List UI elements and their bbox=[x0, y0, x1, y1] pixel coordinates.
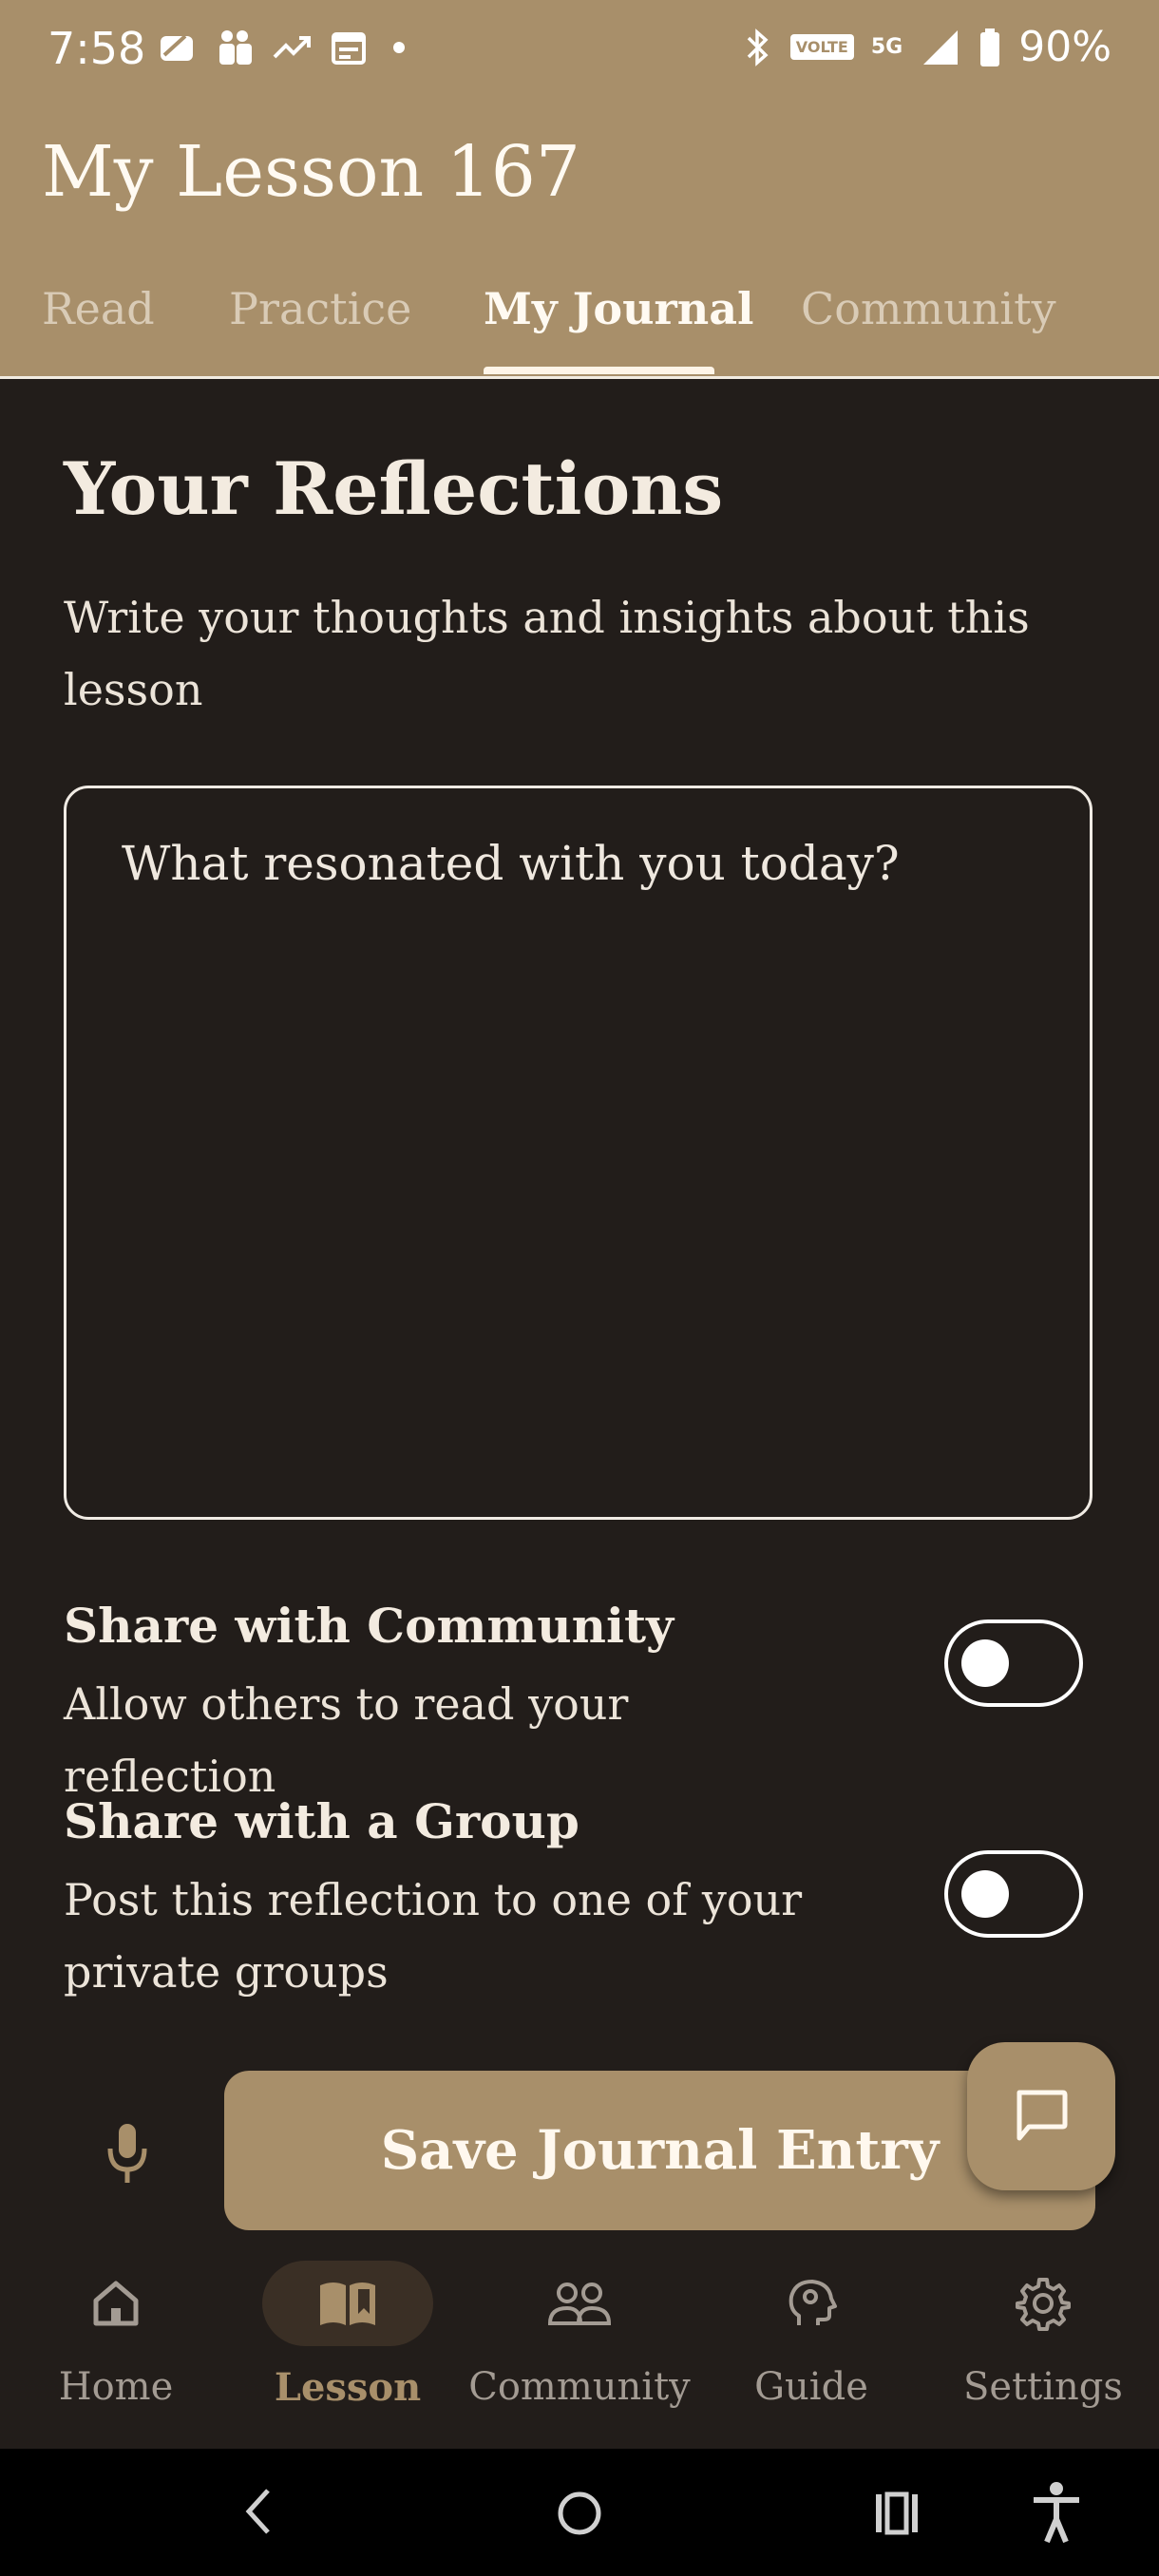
accessibility-icon[interactable] bbox=[1028, 2479, 1085, 2546]
nav-home[interactable]: Home bbox=[0, 2251, 232, 2451]
calendar-icon bbox=[332, 32, 366, 65]
share-community-toggle[interactable] bbox=[944, 1619, 1083, 1707]
toggle-knob bbox=[961, 1870, 1009, 1918]
toggle-knob bbox=[961, 1639, 1009, 1687]
notification-icons bbox=[157, 27, 413, 68]
nav-lesson[interactable]: Lesson bbox=[232, 2251, 464, 2451]
head-icon bbox=[788, 2280, 837, 2325]
stack-icon bbox=[161, 34, 193, 61]
home-circle-icon[interactable] bbox=[553, 2487, 606, 2540]
teams-icon bbox=[219, 30, 252, 65]
nav-community-label: Community bbox=[468, 2365, 691, 2409]
microphone-icon[interactable] bbox=[103, 2120, 152, 2187]
trending-icon bbox=[273, 36, 311, 59]
volte-icon: VOLTE bbox=[789, 34, 854, 60]
nav-community[interactable]: Community bbox=[464, 2251, 695, 2451]
share-group-desc: Post this reflection to one of your priv… bbox=[64, 1874, 803, 1998]
section-heading: Your Reflections bbox=[64, 446, 724, 531]
system-icons: VOLTE 5G 90% bbox=[741, 23, 1112, 71]
gear-icon bbox=[1016, 2278, 1071, 2331]
share-group-title: Share with a Group bbox=[64, 1793, 580, 1849]
section-subtitle: Write your thoughts and insights about t… bbox=[64, 592, 1030, 715]
tab-practice[interactable]: Practice bbox=[229, 283, 411, 334]
nav-settings-label: Settings bbox=[963, 2365, 1123, 2409]
tab-indicator bbox=[484, 367, 714, 374]
app-bar: My Lesson 167 Read Practice My Journal C… bbox=[0, 103, 1159, 379]
battery-icon bbox=[980, 28, 1000, 66]
journal-entry-input[interactable] bbox=[122, 836, 1034, 1463]
tab-my-journal[interactable]: My Journal bbox=[484, 283, 754, 334]
5g-icon: 5G bbox=[870, 34, 903, 59]
people-icon bbox=[547, 2282, 612, 2325]
page-title: My Lesson 167 bbox=[42, 131, 580, 213]
book-icon bbox=[320, 2282, 375, 2325]
tab-community[interactable]: Community bbox=[801, 283, 1056, 334]
system-navigation-bar bbox=[0, 2449, 1159, 2576]
bottom-navigation: Home Lesson Community Guide Settings bbox=[0, 2251, 1159, 2451]
home-icon bbox=[93, 2281, 139, 2326]
back-icon[interactable] bbox=[239, 2485, 277, 2538]
nav-home-label: Home bbox=[58, 2365, 174, 2409]
nav-guide[interactable]: Guide bbox=[695, 2251, 927, 2451]
share-community-title: Share with Community bbox=[64, 1598, 674, 1654]
nav-guide-label: Guide bbox=[754, 2365, 868, 2409]
dot-icon bbox=[393, 42, 405, 53]
recents-icon[interactable] bbox=[872, 2487, 923, 2540]
nav-lesson-label: Lesson bbox=[274, 2365, 422, 2410]
nav-settings[interactable]: Settings bbox=[927, 2251, 1159, 2451]
save-journal-entry-button[interactable]: Save Journal Entry bbox=[224, 2071, 1095, 2230]
signal-icon bbox=[923, 29, 959, 65]
bluetooth-icon bbox=[747, 28, 769, 66]
battery-percent: 90% bbox=[1018, 23, 1112, 71]
chat-icon bbox=[1016, 2090, 1068, 2141]
share-group-toggle[interactable] bbox=[944, 1850, 1083, 1938]
share-community-desc: Allow others to read your reflection bbox=[64, 1678, 629, 1802]
status-bar: 7:58 VOLTE 5G 90% bbox=[0, 0, 1159, 103]
journal-entry-box[interactable] bbox=[64, 786, 1092, 1520]
tab-read[interactable]: Read bbox=[42, 283, 155, 334]
status-time: 7:58 bbox=[48, 23, 146, 74]
chat-fab-button[interactable] bbox=[967, 2042, 1115, 2190]
